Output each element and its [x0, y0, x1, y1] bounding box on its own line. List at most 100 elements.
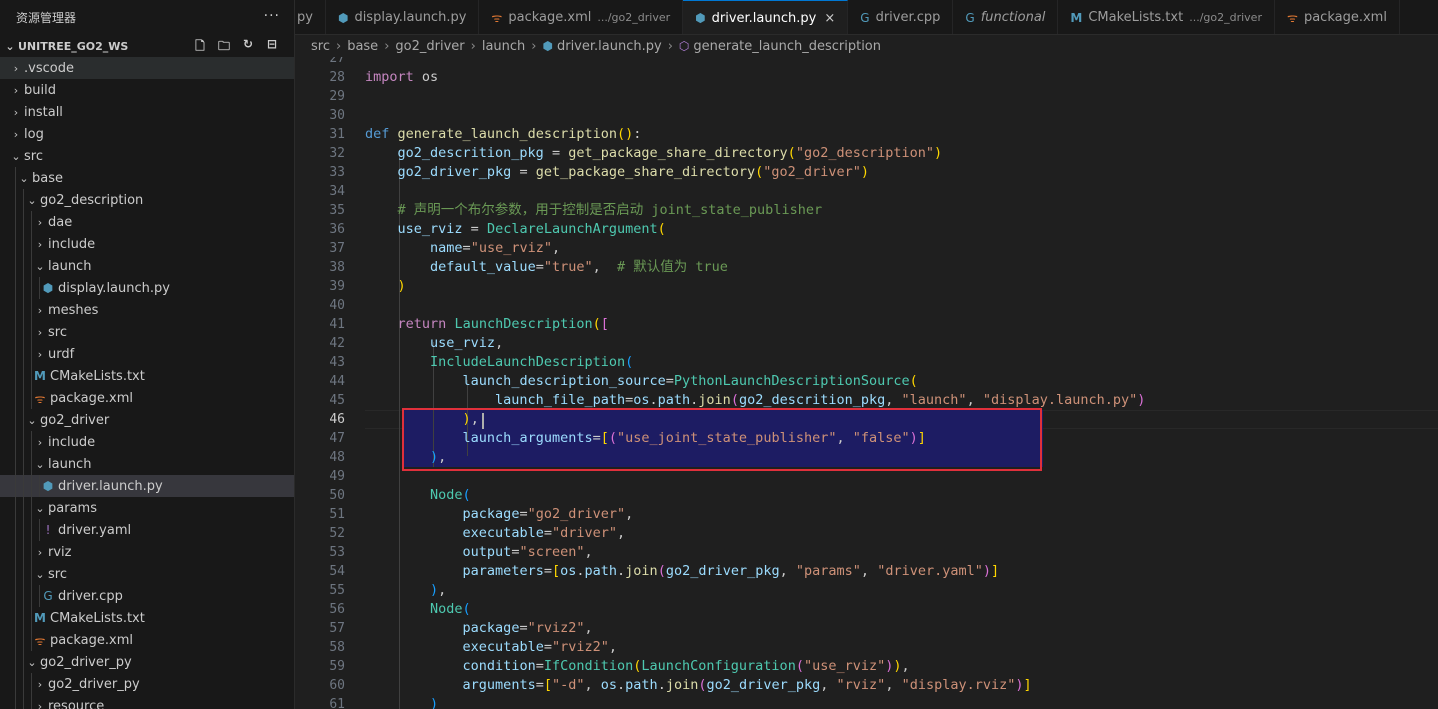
code-token: "-d": [551, 677, 585, 693]
code-token: import: [365, 69, 414, 85]
tree-folder[interactable]: ⌄ base: [0, 167, 294, 189]
tree-indent-guide: [15, 607, 16, 629]
more-actions-icon[interactable]: ···: [264, 8, 280, 24]
tree-folder[interactable]: › .vscode: [0, 57, 294, 79]
tree-file[interactable]: Gdriver.cpp: [0, 585, 294, 607]
tab-functional[interactable]: Gfunctional: [953, 0, 1059, 34]
tree-file[interactable]: ⬢ driver.launch.py: [0, 475, 294, 497]
tree-folder[interactable]: › urdf: [0, 343, 294, 365]
tree-folder[interactable]: › log: [0, 123, 294, 145]
code-token: =: [543, 639, 552, 655]
code-token: "go2_driver": [763, 164, 861, 180]
tree-file[interactable]: M CMakeLists.txt: [0, 607, 294, 629]
tree-folder[interactable]: › meshes: [0, 299, 294, 321]
tree-indent-guide: [23, 387, 24, 409]
tree-folder[interactable]: › resource: [0, 695, 294, 709]
tree-folder[interactable]: ⌄ go2_driver_py: [0, 651, 294, 673]
tree-folder[interactable]: › build: [0, 79, 294, 101]
tree-folder[interactable]: ⌄ params: [0, 497, 294, 519]
collapse-icon[interactable]: ⊟: [264, 37, 280, 58]
tree-indent-guide: [31, 519, 32, 541]
tree-folder[interactable]: ⌄ launch: [0, 255, 294, 277]
code-token: ): [1137, 392, 1146, 408]
code-token: :: [633, 126, 642, 142]
breadcrumb-item[interactable]: generate_launch_description: [693, 39, 881, 54]
tab-package-xml[interactable]: ᯤ package.xml: [1275, 0, 1400, 34]
tab-label: package.xml: [1303, 10, 1387, 25]
tree-indent-guide: [15, 189, 16, 211]
python-file-icon: ⬢: [542, 39, 553, 53]
tree-indent-guide: [23, 189, 24, 211]
line-number: 28: [329, 70, 345, 85]
breadcrumb-item[interactable]: go2_driver: [395, 39, 464, 54]
new-folder-icon[interactable]: 🗀: [216, 37, 232, 58]
line-number: 34: [329, 184, 345, 199]
code-token: executable: [462, 639, 544, 655]
line-number: 27: [329, 57, 345, 66]
tree-file[interactable]: ᯤ package.xml: [0, 387, 294, 409]
tree-folder[interactable]: › include: [0, 431, 294, 453]
tree-folder[interactable]: ⌄ launch: [0, 453, 294, 475]
tree-file[interactable]: ⬢ display.launch.py: [0, 277, 294, 299]
chevron-right-icon: ›: [37, 677, 43, 691]
tree-folder[interactable]: › include: [0, 233, 294, 255]
code-token: ): [430, 582, 439, 598]
breadcrumb-item[interactable]: driver.launch.py: [557, 39, 662, 54]
tab-package-xml[interactable]: ᯤ package.xml .../go2_driver: [479, 0, 684, 34]
code-editor[interactable]: 27 28 29 30 31 32 33 34 35 36 37 38 39 40 41 42 43 44 45 46…: [295, 57, 1438, 709]
code-token: (: [657, 221, 666, 237]
tab-driver-launch-py[interactable]: ⬢ driver.launch.py ×: [683, 0, 849, 34]
tree-item-label: CMakeLists.txt: [50, 368, 145, 384]
code-token: "display.launch.py": [982, 392, 1138, 408]
tree-indent-guide: [39, 475, 40, 497]
tree-file[interactable]: M CMakeLists.txt: [0, 365, 294, 387]
line-number-gutter: 27 28 29 30 31 32 33 34 35 36 37 38 39 40 41 42 43 44 45 46…: [295, 57, 345, 709]
tree-file[interactable]: ᯤ package.xml: [0, 629, 294, 651]
new-file-icon[interactable]: 🗋: [192, 37, 208, 58]
tree-folder[interactable]: › go2_driver_py: [0, 673, 294, 695]
tab-driver-cpp[interactable]: Gdriver.cpp: [848, 0, 954, 34]
tab-cmakelists-txt[interactable]: M CMakeLists.txt .../go2_driver: [1058, 0, 1275, 34]
code-token: path: [584, 563, 618, 579]
code-token: ]: [991, 563, 1000, 579]
tree-indent-guide: [31, 211, 32, 233]
line-number: 44: [329, 374, 345, 389]
tree-file[interactable]: ! driver.yaml: [0, 519, 294, 541]
tree-folder[interactable]: ⌄ src: [0, 563, 294, 585]
code-token: (: [787, 145, 796, 161]
tree-folder[interactable]: ⌄ go2_description: [0, 189, 294, 211]
chevron-down-icon: ⌄: [5, 39, 15, 53]
breadcrumb-item[interactable]: launch: [482, 39, 525, 54]
breadcrumb-item[interactable]: base: [347, 39, 378, 54]
tree-folder[interactable]: › rviz: [0, 541, 294, 563]
tab-display-launch-py[interactable]: ⬢ display.launch.py: [326, 0, 480, 34]
tree-folder[interactable]: › install: [0, 101, 294, 123]
refresh-icon[interactable]: ↻: [240, 37, 256, 58]
code-line: parameters=[os.path.join(go2_driver_pkg,…: [365, 562, 1145, 581]
chevron-down-icon: ⌄: [27, 193, 37, 207]
tab-label: CMakeLists.txt: [1088, 10, 1184, 25]
tree-indent-guide: [15, 211, 16, 233]
tab-label: driver.cpp: [875, 10, 941, 25]
workspace-root[interactable]: ⌄ UNITREE_GO2_WS 🗋 🗀 ↻ ⊟: [0, 35, 294, 57]
tree-folder[interactable]: ⌄ go2_driver: [0, 409, 294, 431]
tree-folder[interactable]: ⌄ src: [0, 145, 294, 167]
tree-folder[interactable]: › src: [0, 321, 294, 343]
code-token: (: [909, 373, 918, 389]
chevron-right-icon: ›: [13, 83, 19, 97]
tree-indent-guide: [23, 629, 24, 651]
code-token: Node: [430, 601, 463, 617]
code-token: ): [893, 658, 902, 674]
code-token: arguments: [462, 677, 536, 693]
tree-indent-guide: [31, 255, 32, 277]
code-line: return LaunchDescription([: [365, 315, 1145, 334]
code-token: =: [625, 392, 634, 408]
breadcrumb-item[interactable]: src: [311, 39, 330, 54]
chevron-right-icon: ›: [531, 38, 537, 54]
close-icon[interactable]: ×: [824, 11, 835, 26]
tab-py[interactable]: py: [295, 0, 326, 34]
tree-folder[interactable]: › dae: [0, 211, 294, 233]
